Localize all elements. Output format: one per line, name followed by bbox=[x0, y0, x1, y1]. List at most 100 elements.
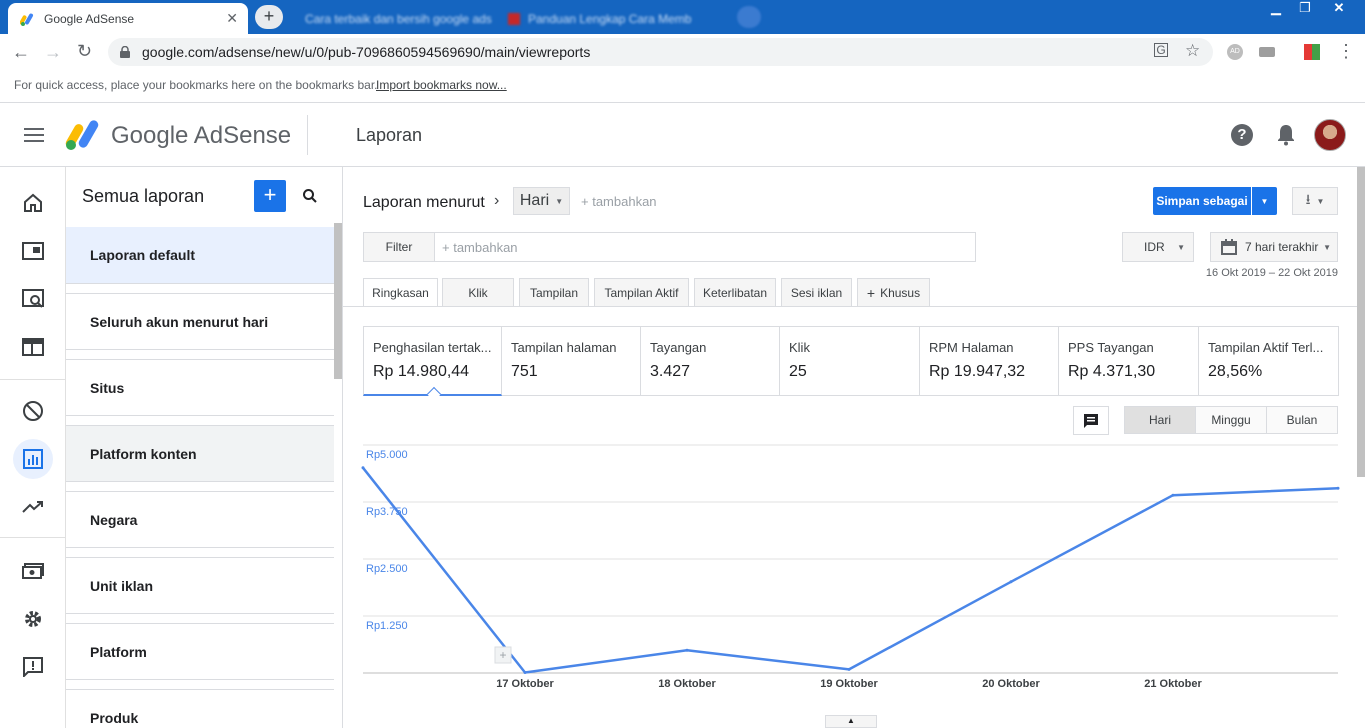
currency-value: IDR bbox=[1144, 240, 1165, 254]
chevron-down-icon: ▼ bbox=[1316, 196, 1325, 206]
chart-data-point bbox=[685, 648, 689, 652]
restore-window-icon[interactable]: ❐ bbox=[1288, 0, 1322, 18]
chart-x-tick-label: 20 Oktober bbox=[982, 678, 1040, 690]
report-list-title: Semua laporan bbox=[82, 186, 205, 206]
close-tab-icon[interactable]: ✕ bbox=[226, 10, 238, 27]
report-item-product[interactable]: Produk bbox=[66, 689, 334, 728]
blocking-controls-icon[interactable] bbox=[13, 391, 53, 431]
save-as-dropdown-button[interactable]: ▼ bbox=[1252, 187, 1277, 215]
main-scrollbar[interactable] bbox=[1357, 167, 1365, 477]
scroll-up-button[interactable]: ▲ bbox=[825, 715, 877, 728]
home-icon[interactable] bbox=[13, 183, 53, 223]
ads-layout-icon[interactable] bbox=[13, 327, 53, 367]
browser-menu-icon[interactable]: ⋮ bbox=[1337, 41, 1355, 62]
report-item-label: Platform konten bbox=[90, 446, 197, 462]
report-item-label: Laporan default bbox=[90, 247, 196, 263]
report-item-platform[interactable]: Platform bbox=[66, 623, 334, 680]
forward-arrow-icon[interactable]: → bbox=[44, 42, 62, 63]
chart-data-point bbox=[523, 671, 527, 674]
office-extension-icon[interactable] bbox=[1304, 44, 1320, 60]
report-item-default[interactable]: Laporan default bbox=[66, 227, 334, 284]
user-avatar[interactable] bbox=[1314, 119, 1346, 151]
tab-tampilan-aktif[interactable]: Tampilan Aktif bbox=[594, 278, 689, 306]
feedback-icon[interactable] bbox=[13, 647, 53, 687]
extension-ad-icon[interactable]: AD bbox=[1227, 44, 1243, 60]
report-item-account-by-day[interactable]: Seluruh akun menurut hari bbox=[66, 293, 334, 350]
bookmark-star-icon[interactable]: ☆ bbox=[1185, 41, 1200, 61]
browser-tab-active[interactable]: Google AdSense ✕ bbox=[8, 3, 248, 34]
add-annotation-icon: + bbox=[499, 648, 506, 662]
metric-card-impressions[interactable]: Tayangan 3.427 bbox=[641, 326, 780, 396]
reports-icon[interactable] bbox=[13, 439, 53, 479]
comment-icon bbox=[1083, 413, 1099, 429]
filter-label: Filter bbox=[385, 240, 413, 254]
metric-card-page-views[interactable]: Tampilan halaman 751 bbox=[502, 326, 641, 396]
report-item-country[interactable]: Negara bbox=[66, 491, 334, 548]
payments-icon[interactable] bbox=[13, 551, 53, 591]
tab-ringkasan[interactable]: Ringkasan bbox=[363, 278, 438, 307]
browser-tab-title: Panduan Lengkap Cara Memb bbox=[528, 11, 692, 26]
optimization-trend-icon[interactable] bbox=[13, 487, 53, 527]
annotation-button[interactable] bbox=[1073, 406, 1109, 435]
metric-label: RPM Halaman bbox=[929, 340, 1014, 355]
download-button[interactable]: ⭳ ▼ bbox=[1292, 187, 1338, 215]
metric-card-earnings[interactable]: Penghasilan tertak... Rp 14.980,44 bbox=[363, 326, 502, 396]
tab-keterlibatan[interactable]: Keterlibatan bbox=[694, 278, 776, 306]
translate-icon[interactable]: G bbox=[1154, 43, 1168, 57]
period-month-button[interactable]: Bulan bbox=[1266, 406, 1338, 434]
report-list-scrollbar[interactable] bbox=[334, 223, 342, 379]
save-as-button[interactable]: Simpan sebagai bbox=[1153, 187, 1251, 215]
currency-dropdown[interactable]: IDR ▼ bbox=[1122, 232, 1194, 262]
ad-review-icon[interactable] bbox=[13, 279, 53, 319]
period-label: Hari bbox=[1148, 413, 1171, 427]
reload-icon[interactable]: ↻ bbox=[77, 41, 92, 62]
dimension-dropdown[interactable]: Hari ▼ bbox=[513, 187, 570, 215]
browser-tab-inactive[interactable]: Panduan Lengkap Cara Memb bbox=[500, 3, 720, 34]
settings-gear-icon[interactable] bbox=[13, 599, 53, 639]
browser-tab-strip: Google AdSense ✕ + Cara terbaik dan bers… bbox=[0, 0, 1365, 34]
metric-card-active-view[interactable]: Tampilan Aktif Terl... 28,56% bbox=[1199, 326, 1339, 396]
browser-tab-inactive[interactable]: Cara terbaik dan bersih google ads bbox=[295, 3, 495, 34]
report-by-label: Laporan menurut bbox=[363, 194, 485, 211]
period-label: Minggu bbox=[1211, 413, 1251, 427]
add-report-button[interactable]: + bbox=[254, 180, 286, 212]
tab-search-icon[interactable] bbox=[737, 6, 761, 28]
help-icon[interactable]: ? bbox=[1231, 124, 1253, 146]
tab-label: Ringkasan bbox=[372, 286, 429, 300]
report-item-content-platform[interactable]: Platform konten bbox=[66, 425, 334, 482]
report-item-label: Unit iklan bbox=[90, 578, 154, 594]
sites-icon[interactable] bbox=[13, 231, 53, 271]
tab-tampilan[interactable]: Tampilan bbox=[519, 278, 589, 306]
metric-label: Klik bbox=[789, 340, 810, 355]
notifications-bell-icon[interactable] bbox=[1276, 124, 1296, 146]
add-dimension-link[interactable]: + tambahkan bbox=[581, 194, 657, 209]
url-omnibox[interactable]: google.com/adsense/new/u/0/pub-709686059… bbox=[108, 38, 1213, 66]
report-item-sites[interactable]: Situs bbox=[66, 359, 334, 416]
close-window-icon[interactable]: ✕ bbox=[1322, 0, 1356, 18]
browser-address-bar: ← → ↻ google.com/adsense/new/u/0/pub-709… bbox=[0, 34, 1365, 70]
tab-khusus[interactable]: + Khusus bbox=[857, 278, 930, 306]
camera-extension-icon[interactable] bbox=[1259, 47, 1275, 57]
report-item-ad-unit[interactable]: Unit iklan bbox=[66, 557, 334, 614]
download-icon: ⭳ bbox=[1305, 191, 1311, 207]
metric-card-impression-cpc[interactable]: PPS Tayangan Rp 4.371,30 bbox=[1059, 326, 1199, 396]
metric-card-clicks[interactable]: Klik 25 bbox=[780, 326, 920, 396]
chart-x-tick-label: 19 Oktober bbox=[820, 678, 878, 690]
tab-sesi-iklan[interactable]: Sesi iklan bbox=[781, 278, 852, 306]
search-icon[interactable] bbox=[302, 188, 318, 204]
filter-input[interactable]: + tambahkan bbox=[434, 232, 976, 262]
metric-card-page-rpm[interactable]: RPM Halaman Rp 19.947,32 bbox=[920, 326, 1059, 396]
chart-x-tick-label: 17 Oktober bbox=[496, 678, 554, 690]
tab-klik[interactable]: Klik bbox=[442, 278, 514, 306]
period-week-button[interactable]: Minggu bbox=[1195, 406, 1267, 434]
period-day-button[interactable]: Hari bbox=[1124, 406, 1196, 434]
new-tab-button[interactable]: + bbox=[255, 5, 283, 29]
hamburger-menu-icon[interactable] bbox=[24, 128, 44, 142]
date-range-dropdown[interactable]: 7 hari terakhir ▼ bbox=[1210, 232, 1338, 262]
bookmarks-bar: For quick access, place your bookmarks h… bbox=[0, 70, 1365, 103]
tab-label: Khusus bbox=[880, 285, 921, 300]
filter-button[interactable]: Filter bbox=[363, 232, 435, 262]
import-bookmarks-link[interactable]: Import bookmarks now... bbox=[376, 78, 507, 92]
chart-series-line bbox=[362, 467, 1339, 674]
back-arrow-icon[interactable]: ← bbox=[12, 42, 30, 63]
